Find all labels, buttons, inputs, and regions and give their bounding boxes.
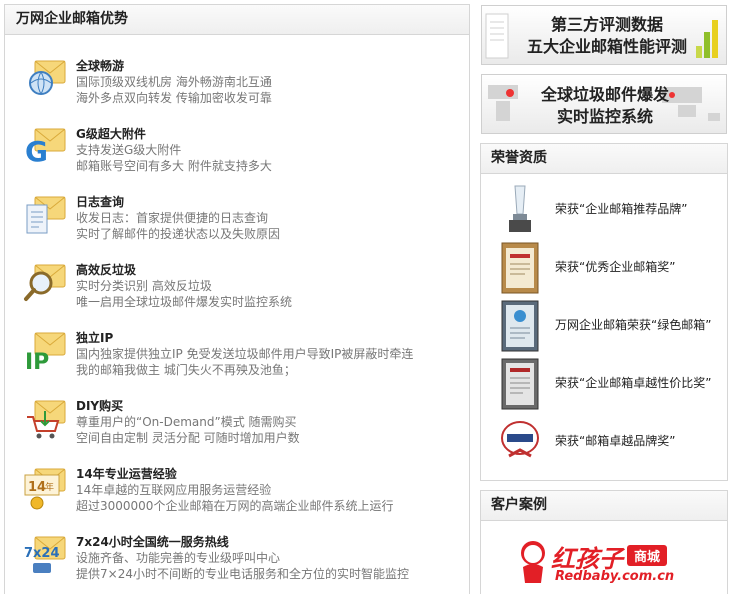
feature-desc-2: 提供7×24小时不间断的专业电话服务和全方位的实时智能监控 (76, 567, 409, 581)
honor-text: 荣获“企业邮箱推荐品牌” (555, 202, 688, 216)
award-plaque-icon (501, 242, 539, 294)
brand-tag: 商城 (627, 545, 668, 566)
feature-title: 高效反垃圾 (76, 263, 137, 277)
globe-roaming-icon (23, 59, 71, 103)
brand-domain: Redbaby.com.cn (555, 569, 675, 584)
feature-title: 独立IP (76, 331, 114, 345)
log-document-icon (23, 195, 71, 239)
14-years-medal-icon: 14 年 (23, 467, 71, 511)
honor-item[interactable]: 荣获“优秀企业邮箱奖” (501, 242, 726, 296)
feature-big-attachment[interactable]: G G级超大附件 支持发送G级大附件 邮箱账号空间有多大 附件就支持多大 (23, 125, 463, 185)
feature-service-hotline[interactable]: 7x24 7x24小时全国统一服务热线 设施齐备、功能完善的专业级呼叫中心 提供… (23, 533, 463, 593)
feature-title: 14年专业运营经验 (76, 467, 177, 481)
feature-desc-1: 国际顶级双线机房 海外畅游南北互通 (76, 75, 272, 89)
brand-badge-icon (501, 416, 539, 468)
honor-text: 荣获“优秀企业邮箱奖” (555, 260, 676, 274)
feature-title: 日志查询 (76, 195, 125, 209)
feature-desc-1: 支持发送G级大附件 (76, 143, 182, 157)
feature-desc-1: 设施齐备、功能完善的专业级呼叫中心 (76, 551, 281, 565)
feature-diy-purchase[interactable]: DIY购买 尊重用户的“On-Demand”模式 随需购买 空间自由定制 灵活分… (23, 397, 463, 457)
feature-desc-2: 海外多点双向转发 传输加密收发可靠 (76, 91, 272, 105)
baby-mascot-icon (521, 541, 545, 583)
banner-line-2: 实时监控系统 (556, 107, 653, 126)
honor-text: 荣获“企业邮箱卓越性价比奖” (555, 376, 712, 390)
feature-title: DIY购买 (76, 399, 124, 413)
svg-text:7x24: 7x24 (24, 546, 60, 561)
honor-item[interactable]: 万网企业邮箱荣获“绿色邮箱” (501, 300, 726, 354)
banner-line-1: 第三方评测数据 (550, 15, 663, 34)
ip-icon: IP (23, 331, 71, 375)
value-certificate-icon (501, 358, 539, 410)
redbaby-logo[interactable]: 红孩子 商城 Redbaby.com.cn (515, 539, 695, 589)
advantages-title: 万网企业邮箱优势 (5, 5, 469, 35)
feature-dedicated-ip[interactable]: IP 独立IP 国内独家提供独立IP 免受发送垃圾邮件用户导致IP被屏蔽时牵连 … (23, 329, 463, 389)
svg-text:G: G (25, 135, 48, 168)
feature-desc-2: 超过3000000个企业邮箱在万网的高端企业邮件系统上运行 (76, 499, 394, 513)
svg-text:年: 年 (45, 481, 54, 493)
banner-spam-monitor[interactable]: 全球垃圾邮件爆发 实时监控系统 (481, 74, 727, 134)
feature-desc-2: 空间自由定制 灵活分配 可随时增加用户数 (76, 431, 300, 445)
banner-line-1: 全球垃圾邮件爆发 (540, 85, 669, 104)
feature-desc-1: 收发日志：首家提供便捷的日志查询 (76, 211, 269, 225)
7x24-phone-icon: 7x24 (23, 535, 71, 579)
customer-cases-title: 客户案例 (481, 491, 727, 521)
honors-title: 荣誉资质 (481, 144, 727, 174)
honor-text: 荣获“邮箱卓越品牌奖” (555, 434, 676, 448)
feature-desc-1: 实时分类识别 高效反垃圾 (76, 279, 212, 293)
honor-item[interactable]: 荣获“企业邮箱推荐品牌” (501, 184, 726, 238)
honor-item[interactable]: 荣获“邮箱卓越品牌奖” (501, 416, 726, 470)
feature-title: 7x24小时全国统一服务热线 (76, 535, 229, 549)
feature-14-years[interactable]: 14 年 14年专业运营经验 14年卓越的互联网应用服务运营经验 超过30000… (23, 465, 463, 525)
feature-title: 全球畅游 (76, 59, 125, 73)
advantages-panel: 万网企业邮箱优势 全球畅游 国际顶级双线机房 海外畅游南北互通 海外多点双向转发… (4, 4, 470, 594)
green-certificate-icon (501, 300, 539, 352)
banner-line-2: 五大企业邮箱性能评测 (526, 37, 687, 56)
banner-performance-review[interactable]: 第三方评测数据 五大企业邮箱性能评测 (481, 5, 727, 65)
feature-desc-2: 我的邮箱我做主 城门失火不再殃及池鱼； (76, 363, 296, 377)
svg-text:14: 14 (28, 480, 46, 495)
feature-log-query[interactable]: 日志查询 收发日志：首家提供便捷的日志查询 实时了解邮件的投递状态以及失败原因 (23, 193, 463, 253)
feature-global-roaming[interactable]: 全球畅游 国际顶级双线机房 海外畅游南北互通 海外多点双向转发 传输加密收发可靠 (23, 57, 463, 117)
feature-desc-2: 唯一启用全球垃圾邮件爆发实时监控系统 (76, 295, 293, 309)
feature-desc-2: 实时了解邮件的投递状态以及失败原因 (76, 227, 281, 241)
honors-panel: 荣誉资质 荣获“企业邮箱推荐品牌” 荣获“优秀企业邮箱奖” 万网企业邮箱荣获“绿… (480, 143, 728, 481)
feature-desc-1: 14年卓越的互联网应用服务运营经验 (76, 483, 272, 497)
svg-text:IP: IP (25, 350, 49, 375)
honor-text: 万网企业邮箱荣获“绿色邮箱” (555, 318, 712, 332)
feature-anti-spam[interactable]: 高效反垃圾 实时分类识别 高效反垃圾 唯一启用全球垃圾邮件爆发实时监控系统 (23, 261, 463, 321)
crystal-trophy-icon (501, 184, 539, 236)
feature-desc-1: 尊重用户的“On-Demand”模式 随需购买 (76, 415, 297, 429)
shopping-cart-icon (23, 399, 71, 443)
magnifier-icon (23, 263, 71, 307)
customer-cases-panel: 客户案例 红孩子 商城 Redbaby.com.cn (480, 490, 728, 594)
g-attachment-icon: G (23, 127, 71, 171)
feature-desc-1: 国内独家提供独立IP 免受发送垃圾邮件用户导致IP被屏蔽时牵连 (76, 347, 414, 361)
honor-item[interactable]: 荣获“企业邮箱卓越性价比奖” (501, 358, 726, 412)
feature-desc-2: 邮箱账号空间有多大 附件就支持多大 (76, 159, 272, 173)
feature-title: G级超大附件 (76, 127, 146, 141)
